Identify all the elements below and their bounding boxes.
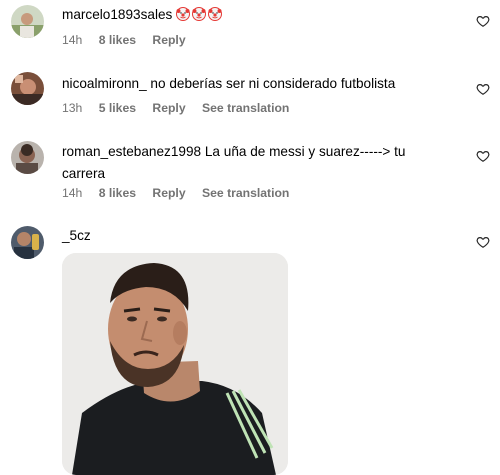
avatar[interactable] bbox=[11, 226, 44, 259]
reply-button[interactable]: Reply bbox=[152, 33, 185, 47]
avatar-photo-icon bbox=[11, 5, 44, 38]
comment-likes[interactable]: 8 likes bbox=[99, 186, 136, 200]
reply-button[interactable]: Reply bbox=[152, 101, 185, 115]
avatar-photo-icon bbox=[11, 226, 44, 259]
comment-time: 14h bbox=[62, 186, 83, 200]
avatar[interactable] bbox=[11, 141, 44, 174]
avatar[interactable] bbox=[11, 5, 44, 38]
comment-2: nicoalmironn_ no deberías ser ni conside… bbox=[0, 70, 500, 130]
comment-line: roman_estebanez1998 La uña de messi y su… bbox=[62, 141, 440, 185]
avatar[interactable] bbox=[11, 72, 44, 105]
comment-meta: 14h 8 likes Reply bbox=[62, 33, 199, 47]
heart-outline-icon[interactable] bbox=[476, 14, 490, 28]
comment-line: _5cz bbox=[62, 225, 460, 247]
comment-gif[interactable] bbox=[62, 253, 288, 475]
comment-1: marcelo1893sales 14h 8 likes Reply bbox=[0, 0, 500, 60]
comment-likes[interactable]: 5 likes bbox=[99, 101, 136, 115]
comment-username[interactable]: marcelo1893sales bbox=[62, 7, 172, 22]
comment-username[interactable]: roman_estebanez1998 bbox=[62, 144, 201, 159]
heart-outline-icon[interactable] bbox=[476, 235, 490, 249]
clown-face-icon bbox=[192, 7, 207, 21]
comment-text: no deberías ser ni considerado futbolist… bbox=[150, 76, 396, 91]
footballer-frown-gif-image bbox=[62, 253, 288, 475]
heart-outline-icon[interactable] bbox=[476, 82, 490, 96]
see-translation-button[interactable]: See translation bbox=[202, 101, 289, 115]
comment-likes[interactable]: 8 likes bbox=[99, 33, 136, 47]
clown-face-icon bbox=[208, 7, 223, 21]
heart-outline-icon[interactable] bbox=[476, 149, 490, 163]
reply-button[interactable]: Reply bbox=[152, 186, 185, 200]
comment-meta: 14h 8 likes Reply See translation bbox=[62, 186, 302, 200]
emoji-group bbox=[176, 7, 224, 22]
comment-meta: 13h 5 likes Reply See translation bbox=[62, 101, 302, 115]
avatar-photo-icon bbox=[11, 141, 44, 174]
comment-line: nicoalmironn_ no deberías ser ni conside… bbox=[62, 73, 460, 95]
clown-face-icon bbox=[176, 7, 191, 21]
comment-line: marcelo1893sales bbox=[62, 4, 460, 26]
avatar-photo-icon bbox=[11, 72, 44, 105]
comment-time: 14h bbox=[62, 33, 83, 47]
see-translation-button[interactable]: See translation bbox=[202, 186, 289, 200]
comment-username[interactable]: nicoalmironn_ bbox=[62, 76, 147, 91]
comment-time: 13h bbox=[62, 101, 83, 115]
comment-username[interactable]: _5cz bbox=[62, 228, 91, 243]
comment-3: roman_estebanez1998 La uña de messi y su… bbox=[0, 139, 500, 214]
